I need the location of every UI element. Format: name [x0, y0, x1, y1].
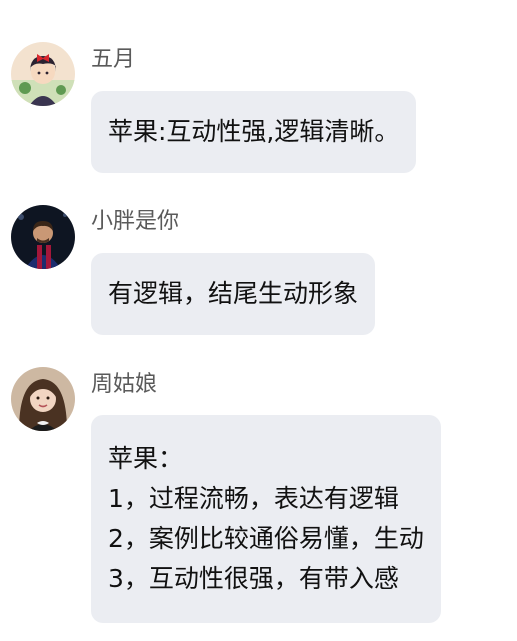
message-bubble[interactable]: 苹果:互动性强,逻辑清晰。 — [91, 91, 417, 173]
sender-name: 周姑娘 — [91, 372, 158, 397]
woman-photo-avatar-icon[interactable] — [11, 367, 75, 431]
message-bubble[interactable]: 有逻辑，结尾生动形象 — [91, 253, 376, 335]
chat-message-list: 五月 苹果:互动性强,逻辑清晰。 小胖是你 有逻辑，结尾生动形象 周姑娘 苹果：… — [0, 0, 517, 641]
message-text-line: 苹果:互动性强,逻辑清晰。 — [108, 117, 400, 146]
message-text-line: 有逻辑，结尾生动形象 — [108, 279, 359, 308]
message-text-line: 2，案例比较通俗易懂，生动 — [108, 524, 424, 553]
message-text-line: 苹果： — [108, 444, 184, 473]
message-text-line: 1，过程流畅，表达有逻辑 — [108, 484, 399, 513]
message-text-line: 3，互动性很强，有带入感 — [108, 564, 399, 593]
soccer-player-avatar-icon[interactable] — [11, 205, 75, 269]
sender-name: 五月 — [91, 47, 136, 72]
sender-name: 小胖是你 — [91, 209, 180, 234]
anime-girl-avatar-icon[interactable] — [11, 42, 75, 106]
message-bubble[interactable]: 苹果： 1，过程流畅，表达有逻辑 2，案例比较通俗易懂，生动 3，互动性很强，有… — [91, 415, 441, 623]
